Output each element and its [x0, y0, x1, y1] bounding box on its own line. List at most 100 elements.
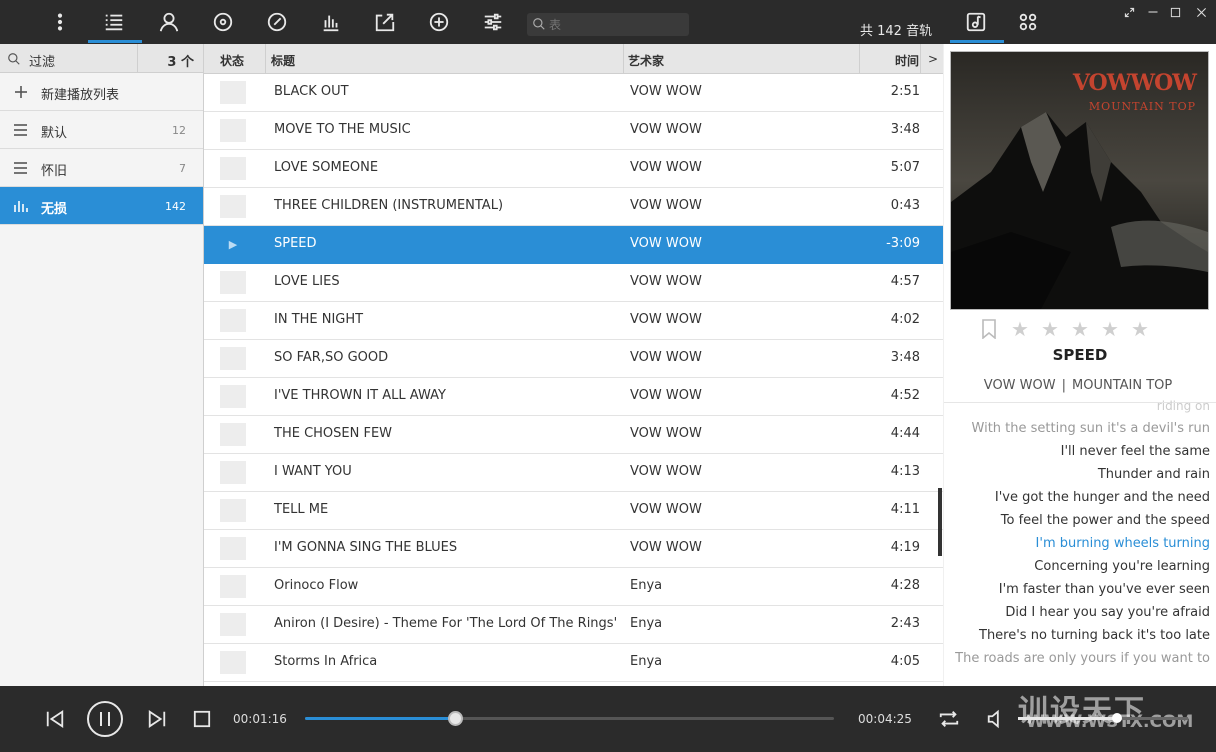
- column-separator[interactable]: [623, 44, 624, 74]
- track-artist: VOW WOW: [630, 388, 702, 403]
- more-icon[interactable]: [48, 10, 72, 34]
- column-header-title[interactable]: 标题: [271, 52, 295, 69]
- sidebar-item-nostalgia[interactable]: 怀旧 7: [0, 149, 203, 187]
- table-row[interactable]: THREE CHILDREN (INSTRUMENTAL) VOW WOW 0:43: [204, 188, 943, 226]
- shrink-window-icon[interactable]: [1121, 4, 1137, 20]
- column-separator[interactable]: [859, 44, 860, 74]
- search-box[interactable]: [527, 13, 689, 36]
- progress-handle[interactable]: [447, 711, 463, 726]
- filter-search-icon: [8, 53, 20, 65]
- minimize-icon[interactable]: [1145, 4, 1161, 20]
- track-artist: VOW WOW: [630, 274, 702, 289]
- volume-handle[interactable]: [1111, 713, 1122, 723]
- column-separator[interactable]: [265, 44, 266, 74]
- status-cell: [220, 119, 246, 142]
- search-input[interactable]: [549, 15, 685, 34]
- search-icon: [533, 18, 545, 30]
- stop-icon[interactable]: [192, 709, 212, 729]
- track-title: Storms In Africa: [274, 654, 378, 669]
- track-duration: 4:44: [890, 426, 920, 441]
- previous-icon[interactable]: [44, 708, 66, 730]
- track-title: I'M GONNA SING THE BLUES: [274, 540, 458, 555]
- volume-slider[interactable]: [1018, 713, 1188, 723]
- track-duration: 4:52: [890, 388, 920, 403]
- column-header-status[interactable]: 状态: [220, 52, 244, 69]
- site-watermark: 训设天下 WWW.WSTX.COM: [1018, 686, 1193, 732]
- column-separator[interactable]: [920, 44, 921, 74]
- now-playing-album[interactable]: MOUNTAIN TOP: [1072, 378, 1172, 393]
- playing-indicator-icon: ▶: [228, 238, 238, 251]
- volume-icon[interactable]: [985, 708, 1007, 730]
- lyric-line: The roads are only yours if you want to: [955, 651, 1210, 666]
- progress-bar[interactable]: [305, 711, 834, 726]
- filter-bar[interactable]: 过滤 3 个: [0, 44, 203, 73]
- track-duration: 2:51: [890, 84, 920, 99]
- next-icon[interactable]: [146, 708, 168, 730]
- table-row[interactable]: SO FAR,SO GOOD VOW WOW 3:48: [204, 340, 943, 378]
- sidebar-item-lossless[interactable]: 无损 142: [0, 187, 203, 225]
- track-title: THE CHOSEN FEW: [274, 426, 393, 441]
- table-row[interactable]: BLACK OUT VOW WOW 2:51: [204, 74, 943, 112]
- star-icon[interactable]: ★: [1041, 317, 1059, 341]
- settings-icon[interactable]: [481, 10, 505, 34]
- star-icon[interactable]: ★: [1011, 317, 1029, 341]
- equalizer-icon[interactable]: [319, 10, 343, 34]
- filter-divider: [137, 44, 138, 73]
- column-chooser-button[interactable]: >: [928, 52, 938, 66]
- track-artist: VOW WOW: [630, 198, 702, 213]
- now-playing-panel: VOWWOW MOUNTAIN TOP ★ ★ ★ ★ ★ SPEED VOW …: [944, 44, 1216, 686]
- apps-icon[interactable]: [1016, 10, 1040, 34]
- lyric-line: I'll never feel the same: [1060, 444, 1210, 459]
- music-note-icon[interactable]: [964, 10, 988, 34]
- share-icon[interactable]: [373, 10, 397, 34]
- column-header-artist[interactable]: 艺术家: [628, 52, 664, 69]
- track-duration: 4:05: [890, 654, 920, 669]
- artist-icon[interactable]: [157, 10, 181, 34]
- separator: |: [1061, 378, 1066, 393]
- column-header-time[interactable]: 时间: [895, 52, 919, 69]
- table-row[interactable]: ▶ SPEED VOW WOW -3:09: [204, 226, 943, 264]
- scrollbar-thumb[interactable]: [938, 488, 942, 556]
- table-row[interactable]: Aniron (I Desire) - Theme For 'The Lord …: [204, 606, 943, 644]
- genre-icon[interactable]: [265, 10, 289, 34]
- table-row[interactable]: TELL ME VOW WOW 4:11: [204, 492, 943, 530]
- table-row[interactable]: MOVE TO THE MUSIC VOW WOW 3:48: [204, 112, 943, 150]
- active-tab-indicator: [88, 40, 142, 43]
- table-row[interactable]: I'VE THROWN IT ALL AWAY VOW WOW 4:52: [204, 378, 943, 416]
- volume-fill: [1018, 717, 1117, 720]
- add-icon[interactable]: [427, 10, 451, 34]
- total-time: 00:04:25: [858, 712, 912, 726]
- bookmark-icon[interactable]: [981, 319, 997, 340]
- track-title: SO FAR,SO GOOD: [274, 350, 389, 365]
- maximize-icon[interactable]: [1167, 4, 1183, 20]
- table-row[interactable]: LOVE SOMEONE VOW WOW 5:07: [204, 150, 943, 188]
- status-cell: [220, 575, 246, 598]
- now-playing-artist[interactable]: VOW WOW: [984, 378, 1056, 393]
- table-row[interactable]: I'M GONNA SING THE BLUES VOW WOW 4:19: [204, 530, 943, 568]
- sidebar-item-default[interactable]: 默认 12: [0, 111, 203, 149]
- table-row[interactable]: LOVE LIES VOW WOW 4:57: [204, 264, 943, 302]
- status-cell: [220, 499, 246, 522]
- table-row[interactable]: I WANT YOU VOW WOW 4:13: [204, 454, 943, 492]
- track-duration: 4:57: [890, 274, 920, 289]
- sidebar-item-count: 142: [165, 200, 186, 213]
- pause-button[interactable]: [86, 700, 124, 738]
- new-playlist-button[interactable]: 新建播放列表: [0, 73, 203, 111]
- table-row[interactable]: THE CHOSEN FEW VOW WOW 4:44: [204, 416, 943, 454]
- sidebar-item-count: 12: [172, 124, 186, 137]
- lyrics-view[interactable]: riding on With the setting sun it's a dev…: [948, 399, 1210, 670]
- table-row[interactable]: Storms In Africa Enya 4:05: [204, 644, 943, 682]
- playlist-sidebar: 过滤 3 个 新建播放列表 默认 12 怀旧 7 无损 142: [0, 44, 204, 686]
- close-icon[interactable]: [1193, 4, 1209, 20]
- star-icon[interactable]: ★: [1101, 317, 1119, 341]
- table-row[interactable]: IN THE NIGHT VOW WOW 4:02: [204, 302, 943, 340]
- album-icon[interactable]: [211, 10, 235, 34]
- star-icon[interactable]: ★: [1071, 317, 1089, 341]
- repeat-icon[interactable]: [937, 707, 961, 731]
- playlist-icon[interactable]: [102, 10, 126, 34]
- star-icon[interactable]: ★: [1131, 317, 1149, 341]
- table-row[interactable]: Orinoco Flow Enya 4:28: [204, 568, 943, 606]
- track-duration: 4:28: [890, 578, 920, 593]
- track-title: LOVE LIES: [274, 274, 340, 289]
- track-title: IN THE NIGHT: [274, 312, 364, 327]
